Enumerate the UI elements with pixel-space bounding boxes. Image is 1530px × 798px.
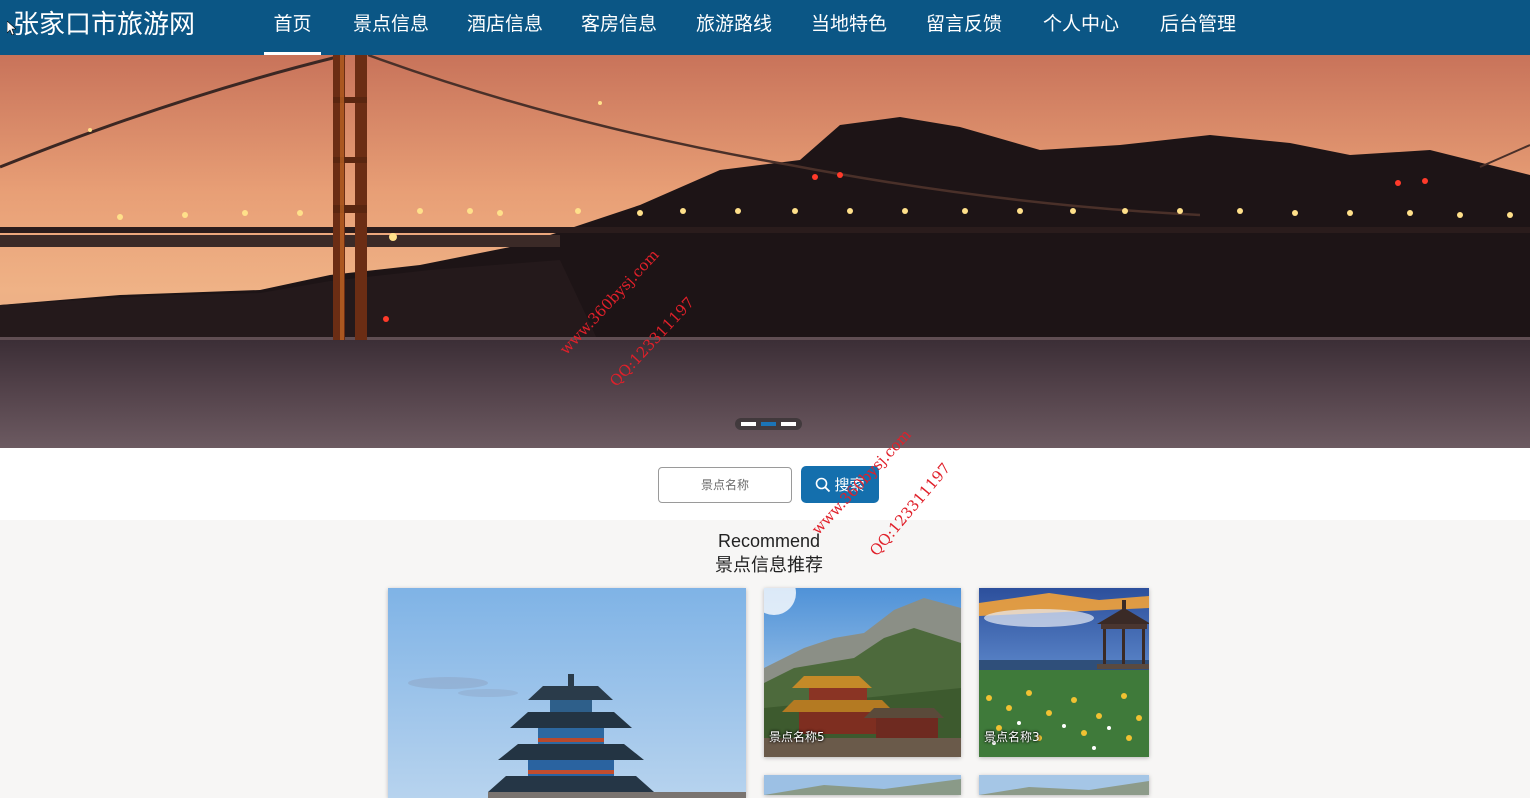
nav-item-routes[interactable]: 旅游路线 [691,0,777,55]
card-image-partial [764,775,961,795]
site-title[interactable]: 张家口市旅游网 [13,7,195,43]
card-image-pagoda [388,588,746,798]
nav-item-feedback[interactable]: 留言反馈 [921,0,1007,55]
top-nav-bar: 张家口市旅游网 首页 景点信息 酒店信息 客房信息 旅游路线 当地特色 留言反馈… [0,0,1530,55]
card-image-partial [979,775,1149,795]
carousel-indicators [735,418,802,430]
carousel-dot-3[interactable] [781,422,796,426]
search-icon [816,477,831,492]
card-label: 景点名称5 [769,730,825,744]
recommend-card-1[interactable]: 景点名称5 [764,588,961,757]
banner-image-bridge-sunset [0,55,1530,448]
recommend-card-2[interactable]: 景点名称3 [979,588,1149,757]
recommend-card-4[interactable] [979,775,1149,795]
nav-item-rooms[interactable]: 客房信息 [576,0,662,55]
recommend-card-3[interactable] [764,775,961,795]
nav-item-hotels[interactable]: 酒店信息 [462,0,548,55]
carousel-dot-2[interactable] [761,422,776,426]
nav-item-user-center[interactable]: 个人中心 [1038,0,1124,55]
nav-item-local-specialties[interactable]: 当地特色 [806,0,892,55]
card-label: 景点名称3 [984,730,1040,744]
nav-item-attractions[interactable]: 景点信息 [348,0,434,55]
nav-item-admin[interactable]: 后台管理 [1155,0,1241,55]
recommend-title-en: Recommend [717,531,821,551]
carousel-banner[interactable] [0,55,1530,448]
search-button[interactable]: 搜索 [801,466,879,503]
carousel-dot-1[interactable] [741,422,756,426]
recommend-card-large[interactable] [388,588,746,798]
recommend-title-cn: 景点信息推荐 [715,555,823,576]
search-button-label: 搜索 [834,476,865,494]
search-input[interactable] [658,467,792,503]
nav-item-home[interactable]: 首页 [264,0,321,55]
